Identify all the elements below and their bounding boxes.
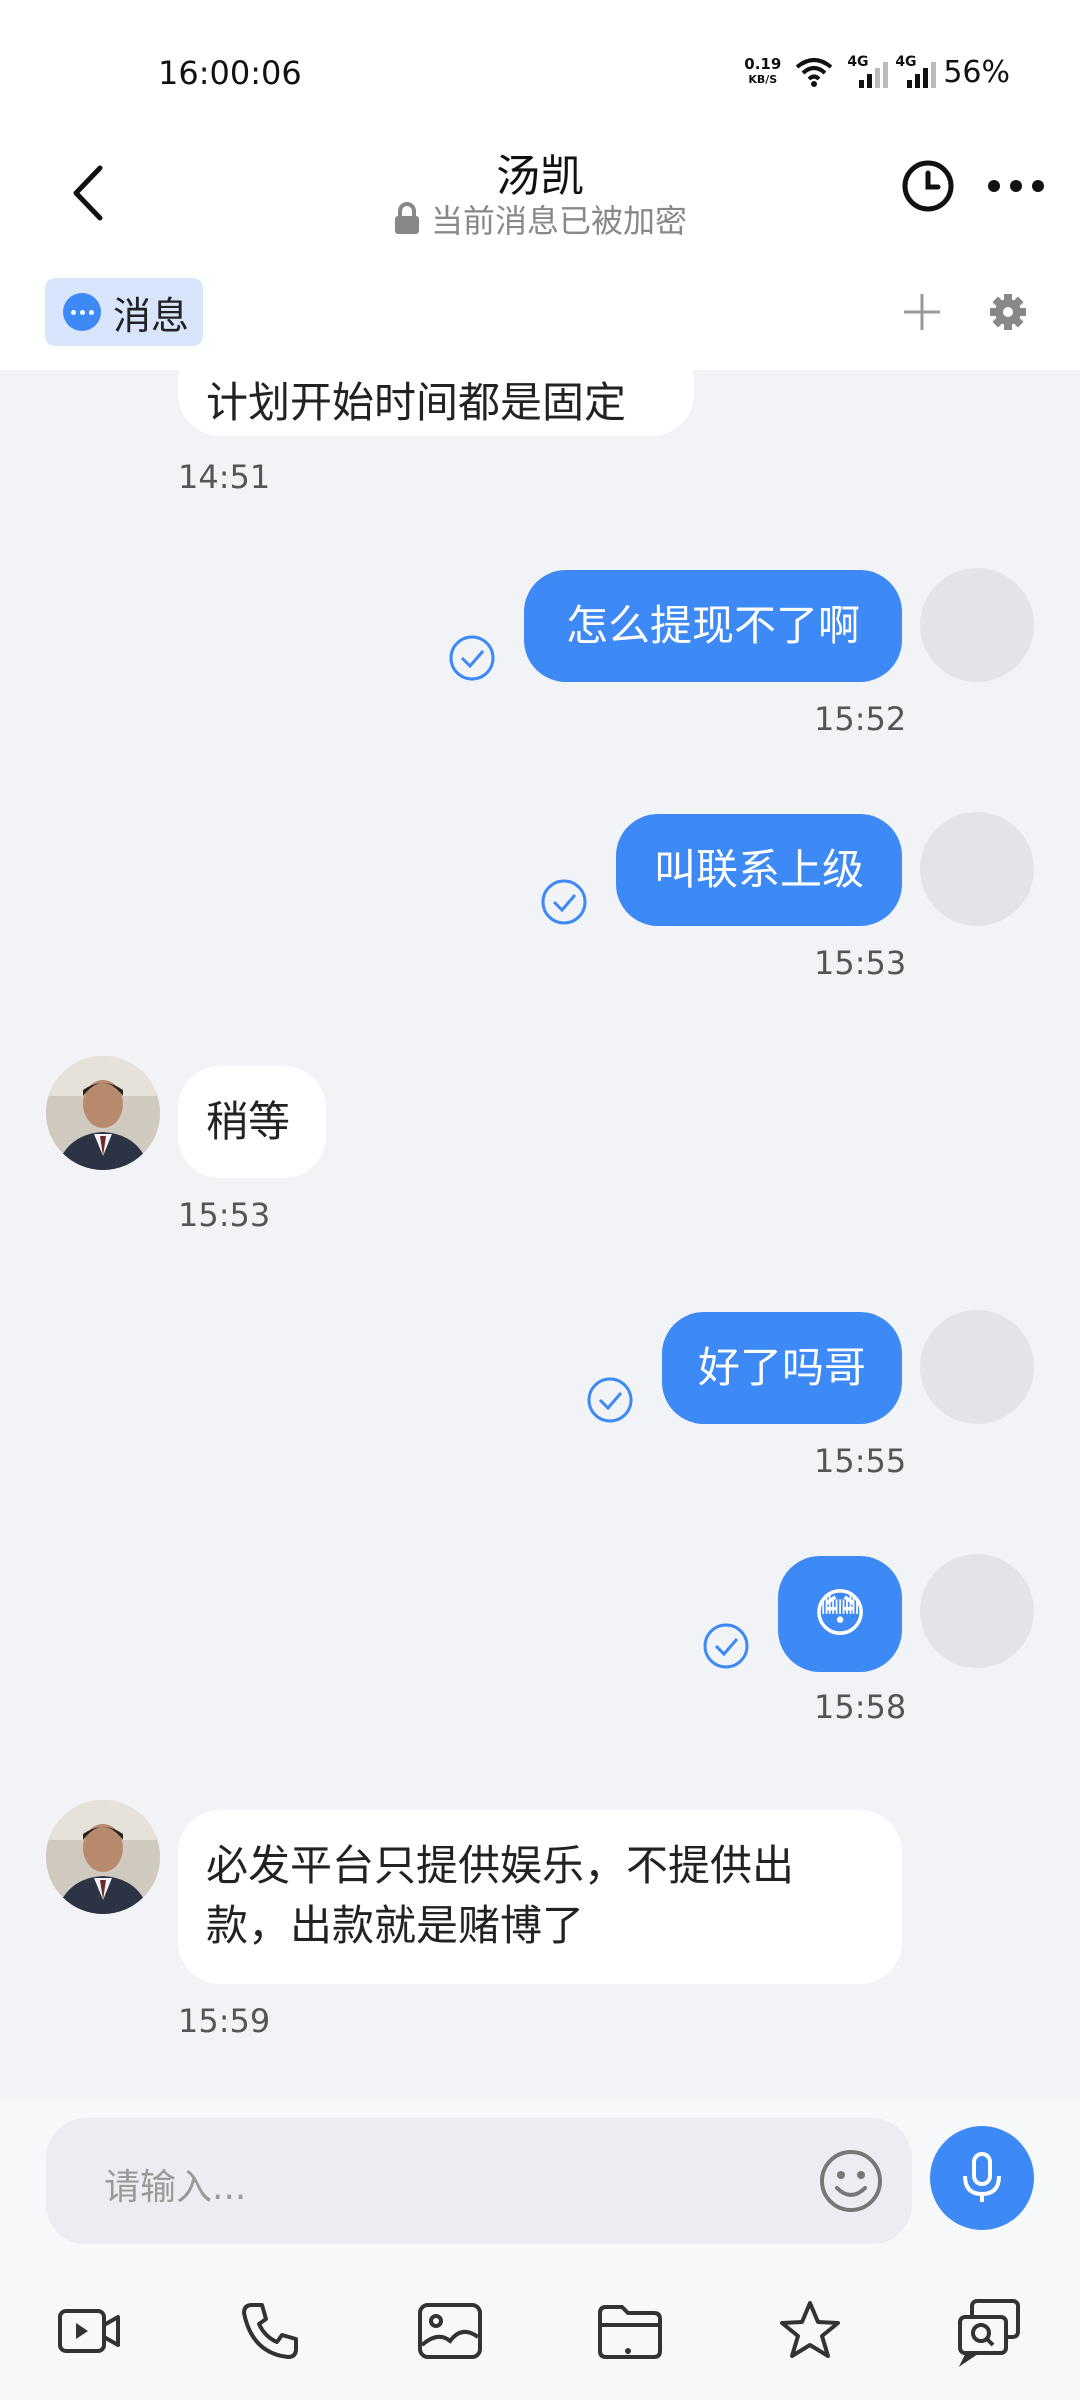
- my-avatar[interactable]: [920, 812, 1034, 926]
- message-bubble-outgoing[interactable]: 叫联系上级: [616, 814, 902, 926]
- message-text: 😳: [812, 1584, 868, 1644]
- message-time: 15:59: [178, 2002, 271, 2040]
- video-icon[interactable]: [54, 2295, 126, 2367]
- status-time: 16:00:06: [158, 54, 302, 92]
- gear-icon[interactable]: [988, 288, 1028, 336]
- search-chat-icon[interactable]: [954, 2295, 1026, 2367]
- microphone-icon: [963, 2152, 1001, 2202]
- message-time: 15:55: [814, 1442, 907, 1480]
- signal-1-icon: 4G: [847, 54, 889, 90]
- message-bubble-outgoing[interactable]: 😳: [778, 1556, 902, 1672]
- my-avatar[interactable]: [920, 1554, 1034, 1668]
- more-options-icon[interactable]: [985, 164, 1047, 208]
- voice-input-button[interactable]: [930, 2126, 1034, 2230]
- contact-avatar[interactable]: [46, 1056, 160, 1170]
- message-text-line-2: 款，出款就是赌博了: [206, 1901, 585, 1950]
- message-time: 15:53: [814, 944, 907, 982]
- message-bubble-outgoing[interactable]: 怎么提现不了啊: [524, 570, 902, 682]
- signal-2-icon: 4G: [895, 54, 937, 90]
- message-text: 好了吗哥: [697, 1343, 866, 1392]
- folder-icon[interactable]: [594, 2295, 666, 2367]
- message-bubble-icon: [63, 293, 101, 331]
- attachment-toolbar: [0, 2285, 1080, 2375]
- phone-icon[interactable]: [234, 2295, 306, 2367]
- lock-icon: [394, 202, 419, 234]
- read-check-icon: [703, 1623, 749, 1669]
- encryption-notice-text: 当前消息已被加密: [430, 202, 687, 240]
- message-input-placeholder: 请输入...: [104, 2167, 247, 2208]
- status-bar: 16:00:06 0.19 KB/S 4G 4G 56%: [0, 0, 1080, 130]
- message-bubble-outgoing[interactable]: 好了吗哥: [662, 1312, 902, 1424]
- emoji-icon[interactable]: [816, 2146, 886, 2216]
- read-check-icon: [541, 879, 587, 925]
- message-text: 叫联系上级: [653, 845, 864, 894]
- message-time: 15:52: [814, 700, 907, 738]
- composer: 请输入...: [0, 2100, 1080, 2400]
- status-indicators: 0.19 KB/S 4G 4G 56%: [744, 52, 1010, 92]
- star-icon[interactable]: [774, 2295, 846, 2367]
- history-clock-icon[interactable]: [900, 158, 956, 214]
- image-icon[interactable]: [414, 2295, 486, 2367]
- message-input[interactable]: 请输入...: [46, 2118, 912, 2244]
- network-speed-value: 0.19: [744, 55, 782, 73]
- chat-header: 汤凯 当前消息已被加密: [0, 130, 1080, 270]
- contact-photo: [46, 1800, 160, 1914]
- add-tab-icon[interactable]: [898, 288, 946, 336]
- message-text-line-1: 必发平台只提供娱乐，不提供出: [206, 1841, 795, 1890]
- message-text: 计划开始时间都是固定: [206, 378, 627, 427]
- read-check-icon: [587, 1377, 633, 1423]
- tab-messages[interactable]: 消息: [45, 278, 204, 346]
- message-bubble-incoming[interactable]: 必发平台只提供娱乐，不提供出 款，出款就是赌博了: [178, 1810, 902, 1984]
- battery-level: 56%: [943, 54, 1010, 90]
- message-text: 稍等: [206, 1097, 291, 1146]
- tab-messages-label: 消息: [113, 293, 190, 338]
- message-time: 15:58: [814, 1688, 907, 1726]
- wifi-icon: [796, 58, 833, 87]
- tab-bar: 消息: [0, 270, 1080, 370]
- message-time: 14:51: [178, 458, 271, 496]
- contact-photo: [46, 1056, 160, 1170]
- my-avatar[interactable]: [920, 1310, 1034, 1424]
- message-bubble-incoming[interactable]: 稍等: [178, 1066, 326, 1178]
- message-bubble-incoming[interactable]: 计划开始时间都是固定: [178, 370, 694, 436]
- contact-avatar[interactable]: [46, 1800, 160, 1914]
- my-avatar[interactable]: [920, 568, 1034, 682]
- network-speed: 0.19 KB/S: [744, 57, 781, 87]
- message-list[interactable]: 计划开始时间都是固定 14:51 怎么提现不了啊 15:52 叫联系上级 15:…: [0, 370, 1080, 2100]
- message-text: 怎么提现不了啊: [565, 601, 860, 650]
- message-time: 15:53: [178, 1196, 271, 1234]
- read-check-icon: [449, 635, 495, 681]
- network-speed-unit: KB/S: [748, 73, 778, 86]
